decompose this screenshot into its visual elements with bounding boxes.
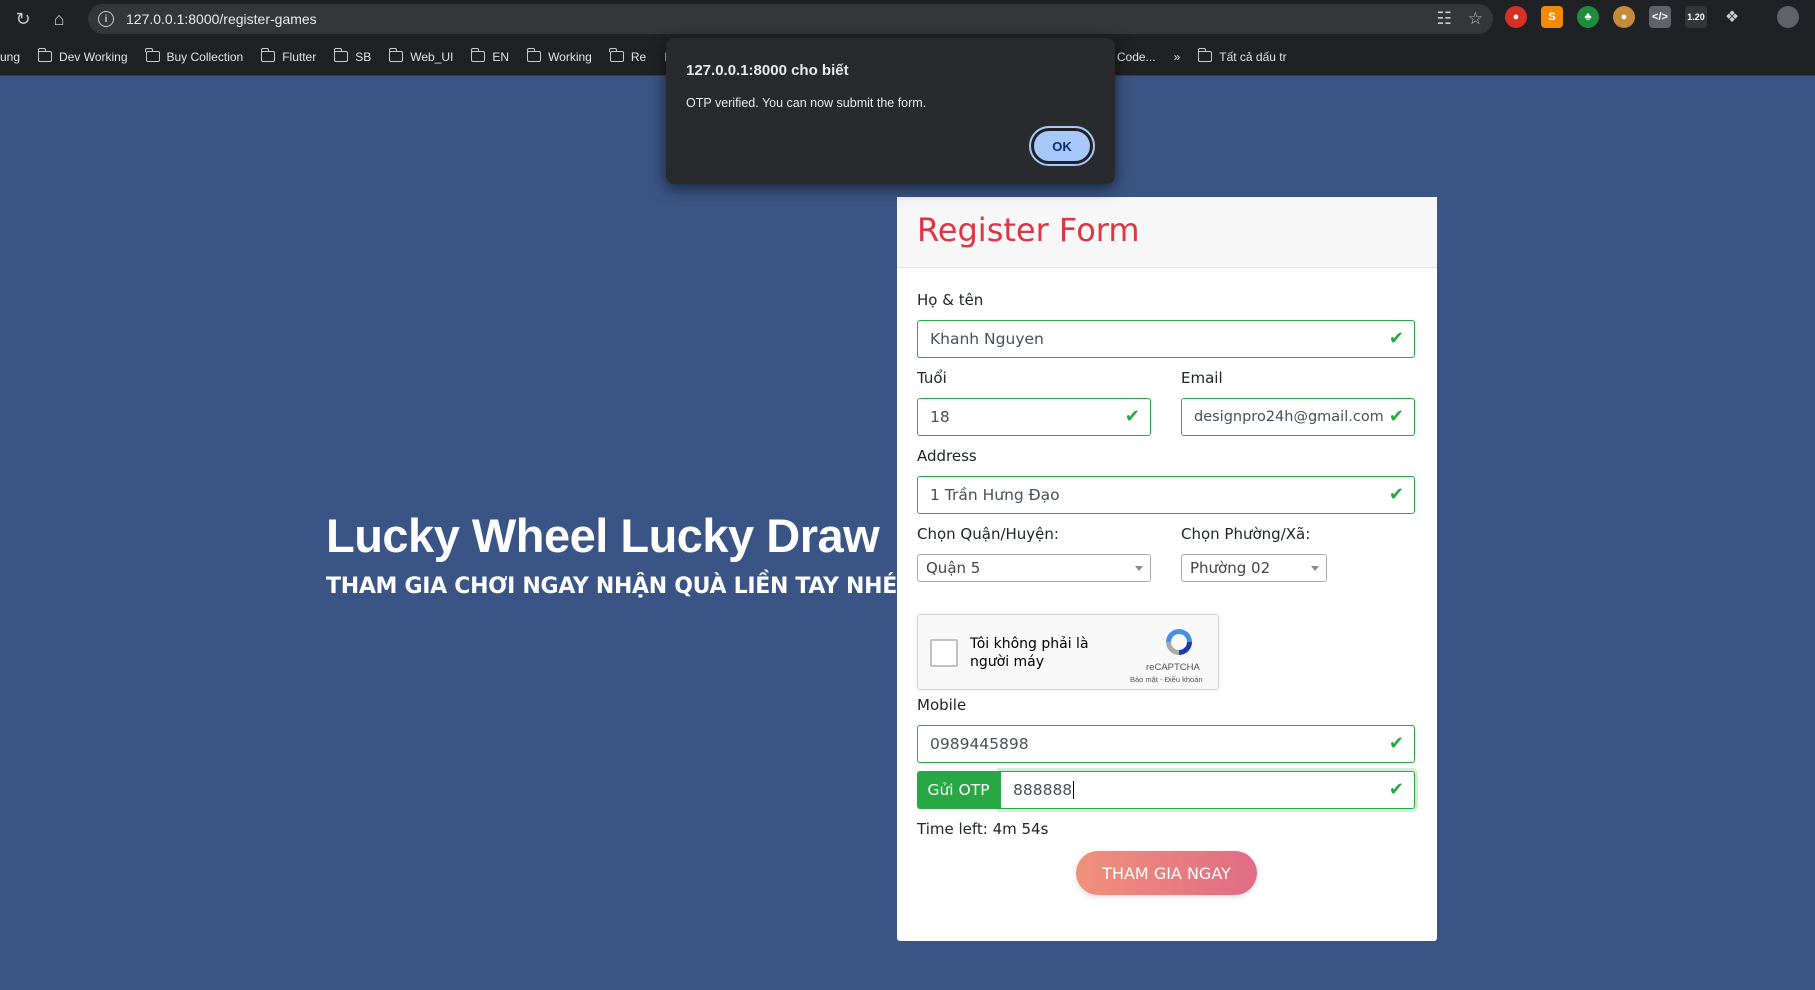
hero-subtitle: THAM GIA CHƠI NGAY NHẬN QUÀ LIỀN TAY NHÉ… [326,574,927,599]
bookmark-label: Dev Working [59,49,128,64]
email-label: Email [1181,369,1223,387]
otp-input[interactable]: 888888 ✔ [1000,771,1415,809]
recaptcha-checkbox[interactable] [930,639,958,667]
bookmark-label: Flutter [282,49,317,64]
bookmark-item[interactable]: Working [519,44,602,70]
district-value: Quận 5 [926,559,981,577]
bookmark-label: » [1173,49,1181,64]
reload-icon[interactable]: ↻ [6,2,40,36]
otp-value: 888888 [1013,781,1073,799]
bookmark-label: Re [630,49,647,64]
folder-icon [1197,48,1213,62]
address-bar[interactable]: i 127.0.0.1:8000/register-games ☷ ☆ [88,4,1493,34]
name-input[interactable]: Khanh Nguyen ✔ [917,320,1415,358]
recaptcha-logo-icon [1166,629,1192,655]
browser-toolbar: ↻ ⌂ i 127.0.0.1:8000/register-games ☷ ☆ … [0,0,1815,38]
send-otp-button[interactable]: Gửi OTP [917,771,1000,809]
recaptcha-widget: Tôi không phải là người máy reCAPTCHA Bả… [917,614,1219,690]
bookmark-label: ung [0,49,21,64]
bookmark-item[interactable]: Re [602,44,656,70]
bookmark-label: EN [492,49,510,64]
dialog-message: OTP verified. You can now submit the for… [686,96,927,110]
hero-title: Lucky Wheel Lucky Draw [326,509,880,562]
mobile-value: 0989445898 [930,735,1029,753]
folder-icon [145,48,160,62]
bookmark-item[interactable]: Web_UI [381,44,463,70]
alert-dialog: 127.0.0.1:8000 cho biết OTP verified. Yo… [666,38,1115,184]
bookmark-item[interactable]: Buy Collection [138,44,254,70]
folder-icon [388,48,404,62]
translate-icon[interactable]: ☷ [1437,9,1452,29]
text-cursor [1073,781,1075,799]
extensions-puzzle-icon[interactable]: ❖ [1721,6,1743,28]
bookmark-item[interactable]: SB [326,44,381,70]
extension-green-icon[interactable]: ♣ [1577,6,1599,28]
bookmark-star-icon[interactable]: ☆ [1468,9,1483,29]
recaptcha-brand: reCAPTCHA [1146,662,1200,673]
dialog-title: 127.0.0.1:8000 cho biết [686,62,849,79]
age-value: 18 [930,408,950,426]
valid-check-icon: ✔ [1124,406,1140,427]
chevron-down-icon [1311,566,1319,571]
valid-check-icon: ✔ [1388,779,1404,800]
mobile-input[interactable]: 0989445898 ✔ [917,725,1415,763]
folder-icon [260,48,276,62]
bookmark-item[interactable]: EN [463,44,519,70]
name-value: Khanh Nguyen [930,330,1044,348]
ward-value: Phường 02 [1190,559,1271,577]
extension-version-badge[interactable]: 1.20 [1685,6,1707,28]
submit-button[interactable]: THAM GIA NGAY [1076,851,1257,895]
recaptcha-text: Tôi không phải là người máy [970,636,1089,670]
age-label: Tuổi [917,369,947,387]
chevron-down-icon [1135,566,1143,571]
register-form-card: Register Form Họ & tên Khanh Nguyen ✔ Tu… [897,197,1437,941]
extension-seo-icon[interactable]: S [1541,6,1563,28]
ward-label: Chọn Phường/Xã: [1181,525,1311,543]
form-title: Register Form [917,211,1140,249]
bookmark-label: Web_UI [410,49,454,64]
bookmark-item[interactable]: Tất cả dấu tr [1190,44,1296,70]
otp-time-left: Time left: 4m 54s [917,820,1049,838]
extension-cookie-icon[interactable]: ● [1613,6,1635,28]
bookmark-item[interactable]: Flutter [253,44,326,70]
valid-check-icon: ✔ [1388,328,1404,349]
ward-select[interactable]: Phường 02 [1181,554,1327,582]
folder-icon [470,48,486,62]
address-label: Address [917,447,977,465]
home-icon[interactable]: ⌂ [42,2,76,36]
folder-icon [526,48,542,62]
profile-avatar[interactable] [1777,6,1799,28]
bookmark-label: Tất cả dấu tr [1219,49,1287,64]
card-header: Register Form [897,197,1437,268]
extension-code-icon[interactable]: </> [1649,6,1671,28]
mobile-label: Mobile [917,696,967,714]
district-label: Chọn Quận/Huyện: [917,525,1059,543]
bookmark-label: Working [548,49,592,64]
recaptcha-terms-link[interactable]: Bảo mật - Điều khoản [1130,675,1203,684]
age-input[interactable]: 18 ✔ [917,398,1151,436]
district-select[interactable]: Quận 5 [917,554,1151,582]
address-value: 1 Trần Hưng Đạo [930,486,1060,504]
folder-icon [609,48,624,62]
valid-check-icon: ✔ [1388,733,1404,754]
bookmark-label: SB [355,49,372,64]
address-input[interactable]: 1 Trần Hưng Đạo ✔ [917,476,1415,514]
site-info-icon[interactable]: i [98,11,114,27]
extension-red-icon[interactable]: ● [1505,6,1527,28]
url-text: 127.0.0.1:8000/register-games [126,11,317,27]
name-label: Họ & tên [917,291,984,309]
folder-icon [37,48,53,62]
email-value: designpro24h@gmail.com [1194,409,1384,425]
bookmark-item[interactable]: » [1166,44,1191,70]
bookmark-item[interactable]: ung [0,44,30,70]
bookmark-label: Buy Collection [166,49,244,64]
valid-check-icon: ✔ [1388,406,1404,427]
dialog-ok-button[interactable]: OK [1029,126,1095,166]
email-input[interactable]: designpro24h@gmail.com ✔ [1181,398,1415,436]
folder-icon [333,48,349,62]
valid-check-icon: ✔ [1388,484,1404,505]
bookmark-item[interactable]: Dev Working [30,44,137,70]
